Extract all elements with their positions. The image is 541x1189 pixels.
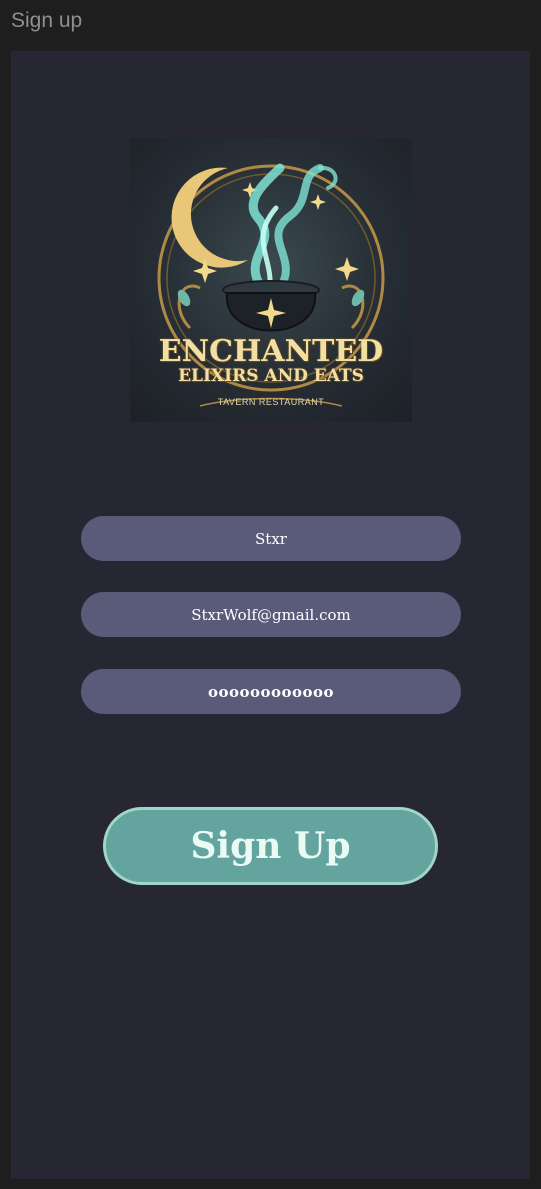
email-input[interactable] — [81, 592, 461, 637]
restaurant-logo: ENCHANTED ELIXIRS AND EATS TAVERN RESTAU… — [130, 138, 412, 422]
window-title: Sign up — [11, 9, 83, 32]
signup-panel: ENCHANTED ELIXIRS AND EATS TAVERN RESTAU… — [11, 51, 530, 1179]
title-bar: Sign up — [0, 0, 541, 46]
sign-up-button[interactable]: Sign Up — [103, 807, 438, 885]
password-input[interactable] — [81, 669, 461, 714]
username-input[interactable] — [81, 516, 461, 561]
logo-tagline: TAVERN RESTAURANT — [217, 397, 325, 407]
logo-subtitle: ELIXIRS AND EATS — [178, 366, 364, 386]
logo-title: ENCHANTED — [158, 334, 384, 369]
